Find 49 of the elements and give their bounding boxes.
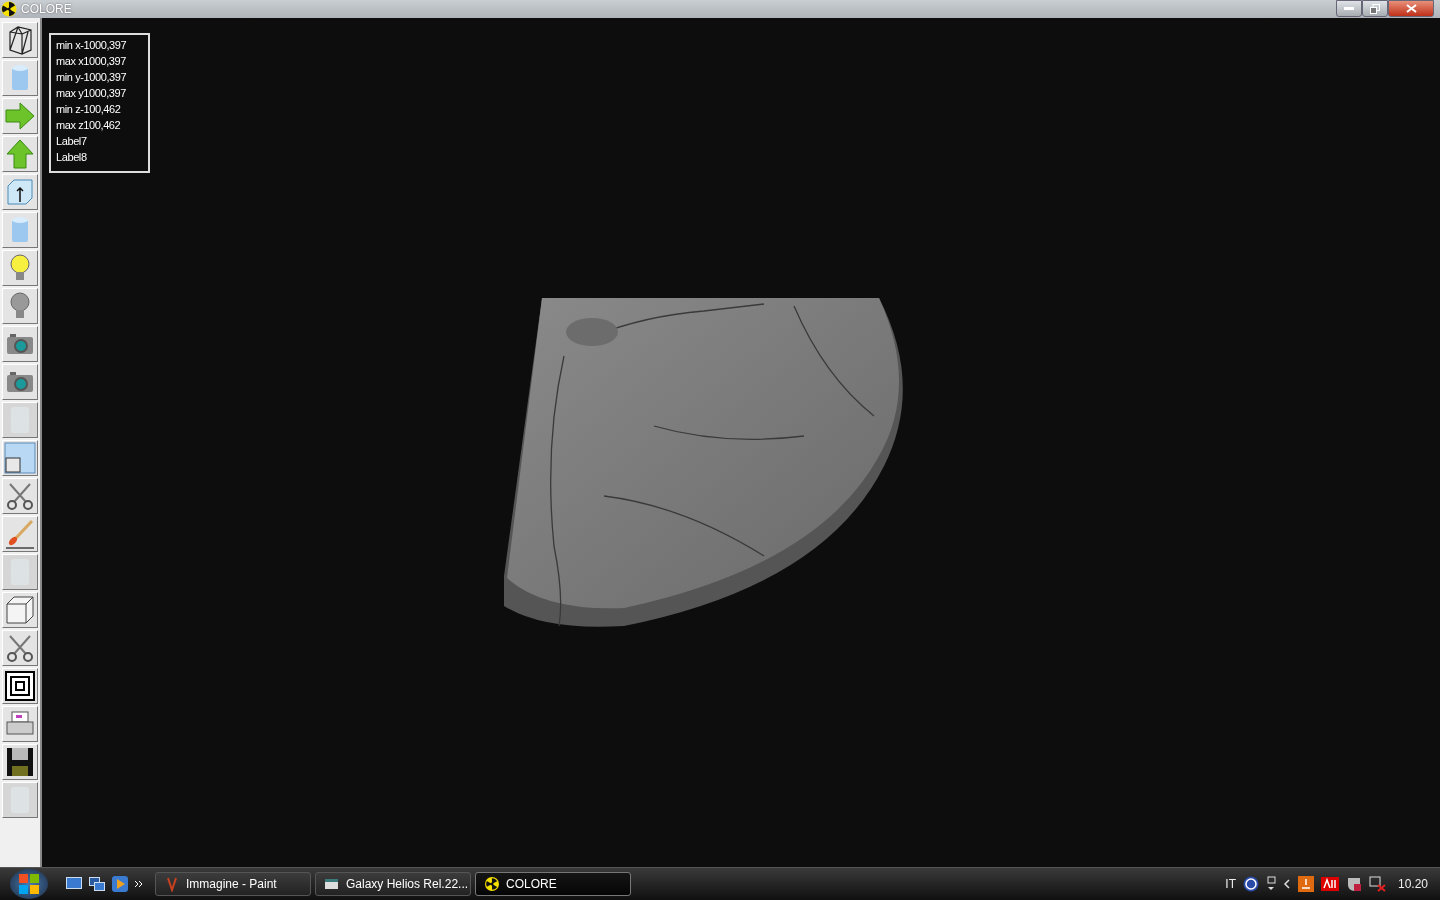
monitor-icon[interactable]	[66, 877, 82, 891]
window-title: COLORE	[21, 2, 72, 16]
window-icon[interactable]	[1265, 876, 1276, 892]
tool-button[interactable]	[2, 630, 38, 666]
taskbar-button[interactable]: Galaxy Helios Rel.22...	[315, 872, 471, 896]
close-icon	[1405, 4, 1417, 13]
cube-icon	[4, 594, 36, 626]
paintbrush-icon	[164, 876, 180, 892]
restore-button[interactable]	[1362, 0, 1388, 17]
tool-button[interactable]	[2, 22, 38, 58]
arrow-up-icon	[4, 138, 36, 170]
arrow-right-icon	[4, 100, 36, 132]
minimize-icon	[1344, 6, 1354, 11]
info-label: max z100,462	[56, 118, 122, 133]
info-label: Label7	[56, 134, 88, 149]
start-button[interactable]	[10, 869, 48, 899]
box-arrow-icon	[4, 176, 36, 208]
tool-button[interactable]	[2, 478, 38, 514]
close-button[interactable]	[1388, 0, 1434, 17]
tool-button[interactable]	[2, 364, 38, 400]
concentric-icon	[4, 670, 36, 702]
radiation-icon	[484, 876, 500, 892]
restore-icon	[1370, 3, 1380, 14]
tool-button[interactable]	[2, 668, 38, 704]
info-label: min y-1000,397	[56, 70, 128, 85]
info-label: min x-1000,397	[56, 38, 128, 53]
shield-icon[interactable]	[1345, 876, 1362, 892]
floppy-icon	[4, 746, 36, 778]
language-indicator[interactable]: IT	[1225, 877, 1236, 891]
brush-icon	[4, 518, 36, 550]
windows-icon[interactable]	[89, 877, 105, 891]
network-disconnected-icon[interactable]	[1368, 876, 1387, 892]
chevron-left-icon[interactable]	[1282, 879, 1291, 889]
minimize-button[interactable]	[1336, 0, 1362, 17]
tool-button[interactable]	[2, 174, 38, 210]
info-label: min z-100,462	[56, 102, 122, 117]
taskbar-button[interactable]: COLORE	[475, 872, 631, 896]
chevron-icon[interactable]	[135, 880, 143, 888]
info-label: Label8	[56, 150, 88, 165]
clock[interactable]: 10.20	[1397, 877, 1428, 891]
tool-button[interactable]	[2, 744, 38, 780]
info-label: max x1000,397	[56, 54, 128, 69]
play-icon[interactable]	[112, 876, 128, 892]
radiation-icon	[1, 1, 17, 17]
info-label: max y1000,397	[56, 86, 128, 101]
taskbar-button[interactable]: Immagine - Paint	[155, 872, 311, 896]
squares-icon	[4, 442, 36, 474]
window-icon	[324, 876, 340, 892]
tool-button[interactable]	[2, 326, 38, 362]
